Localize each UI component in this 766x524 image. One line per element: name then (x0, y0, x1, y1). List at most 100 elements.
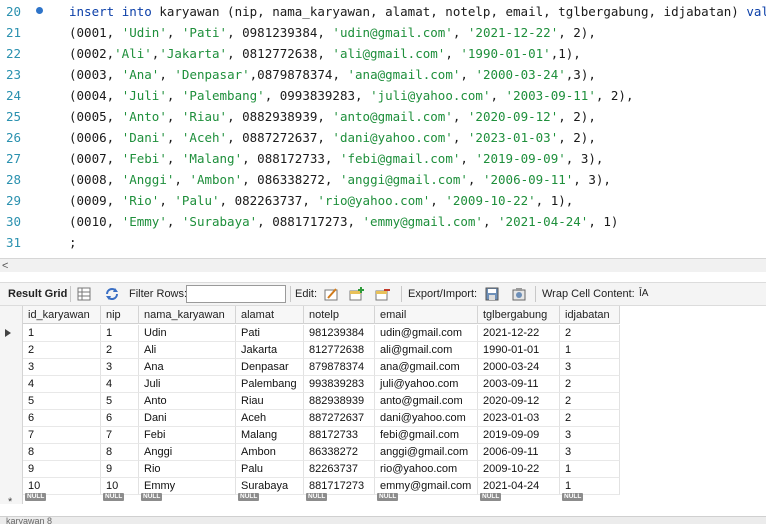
table-cell-email[interactable]: juli@yahoo.com (375, 376, 478, 393)
table-cell-alamat[interactable]: Aceh (236, 410, 304, 427)
table-cell-email[interactable]: rio@yahoo.com (375, 461, 478, 478)
table-cell-email[interactable]: anto@gmail.com (375, 393, 478, 410)
table-cell-id_karyawan[interactable]: 8 (23, 444, 101, 461)
table-cell-alamat[interactable]: Palembang (236, 376, 304, 393)
code-line[interactable]: 29 (0009, 'Rio', 'Palu', 082263737, 'rio@… (0, 190, 766, 211)
table-cell-alamat[interactable]: Denpasar (236, 359, 304, 376)
table-cell-notelp[interactable]: 981239384 (304, 325, 375, 342)
editor-horizontal-scrollbar[interactable]: < (0, 258, 766, 272)
table-cell-idjabatan[interactable]: 1 (560, 342, 620, 359)
table-cell-email[interactable]: ali@gmail.com (375, 342, 478, 359)
code-line[interactable]: 21 (0001, 'Udin', 'Pati', 0981239384, 'ud… (0, 22, 766, 43)
null-badge[interactable]: NULL (377, 493, 399, 501)
table-row[interactable]: 3 3 Ana Denpasar 879878374 ana@gmail.com 2000-… (0, 359, 620, 376)
table-cell-id_karyawan[interactable]: 2 (23, 342, 101, 359)
code-line[interactable]: 26 (0006, 'Dani', 'Aceh', 0887272637, 'da… (0, 127, 766, 148)
table-cell-idjabatan[interactable]: 3 (560, 427, 620, 444)
column-header-idjabatan[interactable]: idjabatan (560, 306, 620, 324)
table-cell-email[interactable]: ana@gmail.com (375, 359, 478, 376)
table-cell-email[interactable]: udin@gmail.com (375, 325, 478, 342)
table-cell-notelp[interactable]: 812772638 (304, 342, 375, 359)
table-cell-notelp[interactable]: 882938939 (304, 393, 375, 410)
table-cell-email[interactable]: anggi@gmail.com (375, 444, 478, 461)
table-cell-id_karyawan[interactable]: 9 (23, 461, 101, 478)
import-icon[interactable] (511, 286, 527, 302)
table-cell-nama_karyawan[interactable]: Anggi (139, 444, 236, 461)
null-badge[interactable]: NULL (480, 493, 502, 501)
table-cell-idjabatan[interactable]: 3 (560, 359, 620, 376)
table-cell-nip[interactable]: 6 (101, 410, 139, 427)
table-cell-tglbergabung[interactable]: 1990-01-01 (478, 342, 560, 359)
table-cell-notelp[interactable]: 879878374 (304, 359, 375, 376)
table-row[interactable]: 1 1 Udin Pati 981239384 udin@gmail.com 2021-12… (0, 325, 620, 342)
table-cell-alamat[interactable]: Malang (236, 427, 304, 444)
table-cell-tglbergabung[interactable]: 2023-01-03 (478, 410, 560, 427)
export-icon[interactable] (484, 286, 500, 302)
table-cell-email[interactable]: dani@yahoo.com (375, 410, 478, 427)
null-badge[interactable]: NULL (141, 493, 163, 501)
scroll-left-icon[interactable]: < (2, 259, 8, 273)
code-line[interactable]: 22 (0002,'Ali', 'Jakarta', 0812772638, 'al… (0, 43, 766, 64)
table-cell-nama_karyawan[interactable]: Udin (139, 325, 236, 342)
table-cell-tglbergabung[interactable]: 2003-09-11 (478, 376, 560, 393)
table-cell-nama_karyawan[interactable]: Ana (139, 359, 236, 376)
table-cell-id_karyawan[interactable]: 6 (23, 410, 101, 427)
wrap-text-icon[interactable]: ĪA (639, 283, 648, 305)
code-line[interactable]: 24 (0004, 'Juli', 'Palembang', 0993839283… (0, 85, 766, 106)
table-cell-nip[interactable]: 1 (101, 325, 139, 342)
table-cell-tglbergabung[interactable]: 2009-10-22 (478, 461, 560, 478)
table-cell-notelp[interactable]: 993839283 (304, 376, 375, 393)
table-cell-id_karyawan[interactable]: 3 (23, 359, 101, 376)
table-row[interactable]: 5 5 Anto Riau 882938939 anto@gmail.com 2020-09… (0, 393, 620, 410)
table-cell-nama_karyawan[interactable]: Rio (139, 461, 236, 478)
table-cell-alamat[interactable]: Pati (236, 325, 304, 342)
result-grid[interactable]: id_karyawan nip nama_karyawan alamat notelp e… (0, 306, 766, 518)
table-cell-nip[interactable]: 5 (101, 393, 139, 410)
table-cell-nip[interactable]: 7 (101, 427, 139, 444)
column-header-nip[interactable]: nip (101, 306, 139, 324)
table-cell-tglbergabung[interactable]: 2021-12-22 (478, 325, 560, 342)
column-header-notelp[interactable]: notelp (304, 306, 375, 324)
table-cell-tglbergabung[interactable]: 2020-09-12 (478, 393, 560, 410)
refresh-icon[interactable] (104, 286, 120, 302)
null-badge[interactable]: NULL (103, 493, 125, 501)
table-cell-nama_karyawan[interactable]: Anto (139, 393, 236, 410)
code-line[interactable]: 20 insert into karyawan (nip, nama_karyaw… (0, 1, 766, 22)
table-cell-idjabatan[interactable]: 2 (560, 376, 620, 393)
code-line[interactable]: 25 (0005, 'Anto', 'Riau', 0882938939, 'an… (0, 106, 766, 127)
table-cell-tglbergabung[interactable]: 2000-03-24 (478, 359, 560, 376)
table-cell-alamat[interactable]: Riau (236, 393, 304, 410)
table-row[interactable]: 6 6 Dani Aceh 887272637 dani@yahoo.com 2023-01… (0, 410, 620, 427)
table-cell-idjabatan[interactable]: 3 (560, 444, 620, 461)
table-cell-nip[interactable]: 9 (101, 461, 139, 478)
result-tab[interactable]: karyawan 8 (6, 516, 52, 524)
table-row[interactable]: 7 7 Febi Malang 88172733 febi@gmail.com 2019-0… (0, 427, 620, 444)
table-cell-nama_karyawan[interactable]: Dani (139, 410, 236, 427)
table-cell-nip[interactable]: 8 (101, 444, 139, 461)
table-row[interactable]: 4 4 Juli Palembang 993839283 juli@yahoo.com 20… (0, 376, 620, 393)
table-cell-notelp[interactable]: 86338272 (304, 444, 375, 461)
null-badge[interactable]: NULL (238, 493, 260, 501)
table-cell-nip[interactable]: 4 (101, 376, 139, 393)
column-header-id_karyawan[interactable]: id_karyawan (23, 306, 101, 324)
code-line[interactable]: 27 (0007, 'Febi', 'Malang', 088172733, 'f… (0, 148, 766, 169)
code-line[interactable]: 31; (0, 232, 766, 253)
code-line[interactable]: 23 (0003, 'Ana', 'Denpasar',0879878374, '… (0, 64, 766, 85)
column-header-nama_karyawan[interactable]: nama_karyawan (139, 306, 236, 324)
table-cell-id_karyawan[interactable]: 5 (23, 393, 101, 410)
table-cell-idjabatan[interactable]: 2 (560, 410, 620, 427)
column-header-email[interactable]: email (375, 306, 478, 324)
table-cell-notelp[interactable]: 887272637 (304, 410, 375, 427)
table-cell-nip[interactable]: 2 (101, 342, 139, 359)
edit-cell-icon[interactable] (323, 286, 339, 302)
table-cell-idjabatan[interactable]: 1 (560, 461, 620, 478)
table-cell-alamat[interactable]: Ambon (236, 444, 304, 461)
table-cell-id_karyawan[interactable]: 1 (23, 325, 101, 342)
table-cell-alamat[interactable]: Palu (236, 461, 304, 478)
insert-row-icon[interactable] (349, 286, 365, 302)
table-cell-nama_karyawan[interactable]: Febi (139, 427, 236, 444)
table-cell-nama_karyawan[interactable]: Ali (139, 342, 236, 359)
sql-editor[interactable]: 20 insert into karyawan (nip, nama_karyaw… (0, 0, 766, 258)
null-badge[interactable]: NULL (25, 493, 47, 501)
table-cell-idjabatan[interactable]: 2 (560, 393, 620, 410)
